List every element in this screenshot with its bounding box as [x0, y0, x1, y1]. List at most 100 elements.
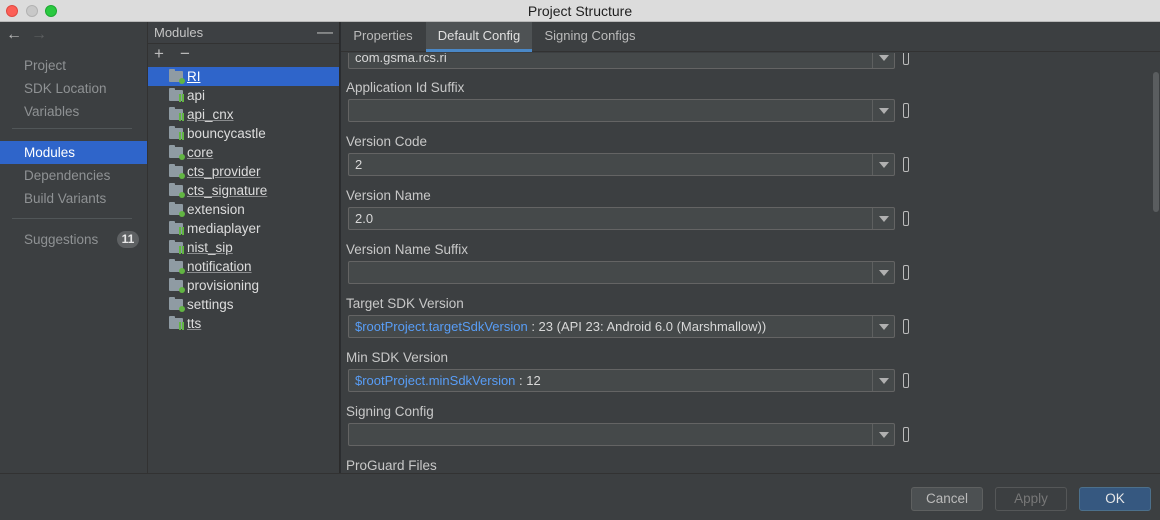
back-arrow-icon[interactable]: ←: [6, 26, 22, 44]
field-label: Version Name Suffix: [346, 242, 469, 257]
module-item-settings[interactable]: settings: [148, 295, 339, 314]
app-module-icon: [169, 69, 185, 84]
remove-module-button[interactable]: −: [180, 44, 190, 64]
chevron-down-icon[interactable]: [872, 100, 894, 121]
variable-reference: $rootProject.targetSdkVersion: [355, 319, 528, 334]
nav-item-dependencies[interactable]: Dependencies: [0, 164, 147, 187]
nav-item-sdk-location[interactable]: SDK Location: [0, 77, 147, 100]
target-sdk-version-combo[interactable]: $rootProject.targetSdkVersion : 23 (API …: [348, 315, 895, 338]
module-item-notification[interactable]: notification: [148, 257, 339, 276]
module-item-core[interactable]: core: [148, 143, 339, 162]
module-item-bouncycastle[interactable]: bouncycastle: [148, 124, 339, 143]
modules-header-title: Modules: [154, 25, 204, 40]
variable-reference: $rootProject.minSdkVersion: [355, 373, 516, 388]
module-label: api_cnx: [187, 107, 234, 122]
apply-button[interactable]: Apply: [995, 487, 1067, 511]
chevron-down-icon[interactable]: [872, 370, 894, 391]
field-marker: [903, 157, 909, 172]
app-module-icon: [169, 202, 185, 217]
modules-toolbar: + −: [148, 44, 339, 65]
forward-arrow-icon[interactable]: →: [31, 26, 47, 44]
nav-item-project[interactable]: Project: [0, 54, 147, 77]
app-module-icon: [169, 297, 185, 312]
nav-divider: [12, 218, 132, 219]
field-marker: [903, 427, 909, 442]
chevron-down-icon[interactable]: [872, 316, 894, 337]
module-item-provisioning[interactable]: provisioning: [148, 276, 339, 295]
chevron-down-icon[interactable]: [872, 262, 894, 283]
field-label: Min SDK Version: [346, 350, 449, 365]
module-label: extension: [187, 202, 245, 217]
library-module-icon: [169, 316, 185, 330]
chevron-down-icon[interactable]: [872, 154, 894, 175]
min-sdk-version-combo[interactable]: $rootProject.minSdkVersion : 12: [348, 369, 895, 392]
ok-button[interactable]: OK: [1079, 487, 1151, 511]
collapse-panel-icon[interactable]: —: [317, 22, 333, 44]
module-item-ri[interactable]: RI: [148, 67, 339, 86]
module-config-content: Properties Default Config Signing Config…: [341, 22, 1160, 473]
library-module-icon: [169, 221, 185, 235]
tab-signing-configs[interactable]: Signing Configs: [533, 22, 647, 52]
module-item-cts-signature[interactable]: cts_signature: [148, 181, 339, 200]
module-label: core: [187, 145, 214, 160]
combo-value: $rootProject.targetSdkVersion : 23 (API …: [355, 319, 766, 334]
chevron-down-icon[interactable]: [872, 424, 894, 445]
app-module-icon: [169, 183, 185, 198]
module-label: tts: [187, 316, 202, 331]
field-label: Version Code: [346, 134, 428, 149]
nav-item-variables[interactable]: Variables: [0, 100, 147, 123]
module-label: notification: [187, 259, 252, 274]
nav-item-modules[interactable]: Modules: [0, 141, 147, 164]
title-bar: Project Structure: [0, 0, 1160, 22]
vertical-scrollbar[interactable]: [1153, 72, 1159, 212]
field-label: Signing Config: [346, 404, 434, 419]
module-item-tts[interactable]: tts: [148, 314, 339, 333]
app-module-icon: [169, 145, 185, 160]
combo-value: 2.0: [355, 211, 374, 226]
module-label: provisioning: [187, 278, 260, 293]
combo-value: $rootProject.minSdkVersion : 12: [355, 373, 541, 388]
tab-bar: Properties Default Config Signing Config…: [341, 22, 1160, 52]
module-label: settings: [187, 297, 234, 312]
tab-default-config[interactable]: Default Config: [426, 22, 532, 52]
field-marker: [903, 53, 909, 65]
modules-header: Modules —: [148, 22, 339, 44]
application-id-combo[interactable]: com.gsma.rcs.ri: [348, 53, 895, 69]
field-label: Application Id Suffix: [346, 80, 465, 95]
modules-panel: Modules — + − RI api api_cnx bouncycastl…: [148, 22, 340, 473]
version-code-combo[interactable]: 2: [348, 153, 895, 176]
cancel-button[interactable]: Cancel: [911, 487, 983, 511]
nav-divider: [12, 128, 132, 129]
field-marker: [903, 319, 909, 334]
library-module-icon: [169, 240, 185, 254]
chevron-down-icon[interactable]: [872, 208, 894, 229]
module-item-api[interactable]: api: [148, 86, 339, 105]
module-item-api-cnx[interactable]: api_cnx: [148, 105, 339, 124]
module-item-nist-sip[interactable]: nist_sip: [148, 238, 339, 257]
module-label: nist_sip: [187, 240, 233, 255]
module-item-extension[interactable]: extension: [148, 200, 339, 219]
signing-config-combo[interactable]: [348, 423, 895, 446]
combo-value: com.gsma.rcs.ri: [355, 53, 447, 65]
resolved-value: : 23 (API 23: Android 6.0 (Marshmallow)): [527, 319, 767, 334]
version-name-combo[interactable]: 2.0: [348, 207, 895, 230]
tab-properties[interactable]: Properties: [341, 22, 425, 52]
application-id-suffix-combo[interactable]: [348, 99, 895, 122]
module-item-mediaplayer[interactable]: mediaplayer: [148, 219, 339, 238]
nav-item-label: Suggestions: [24, 232, 99, 247]
module-item-cts-provider[interactable]: cts_provider: [148, 162, 339, 181]
app-module-icon: [169, 278, 185, 293]
module-label: cts_provider: [187, 164, 261, 179]
chevron-down-icon[interactable]: [872, 53, 894, 68]
suggestions-count-badge: 11: [117, 231, 139, 248]
field-marker: [903, 265, 909, 280]
add-module-button[interactable]: +: [154, 44, 164, 64]
field-label: Target SDK Version: [346, 296, 464, 311]
version-name-suffix-combo[interactable]: [348, 261, 895, 284]
field-marker: [903, 103, 909, 118]
module-label: RI: [187, 69, 201, 84]
module-label: api: [187, 88, 206, 103]
nav-item-suggestions[interactable]: Suggestions 11: [0, 228, 147, 251]
nav-item-build-variants[interactable]: Build Variants: [0, 187, 147, 210]
left-navigation: ← → Project SDK Location Variables Modul…: [0, 22, 148, 473]
